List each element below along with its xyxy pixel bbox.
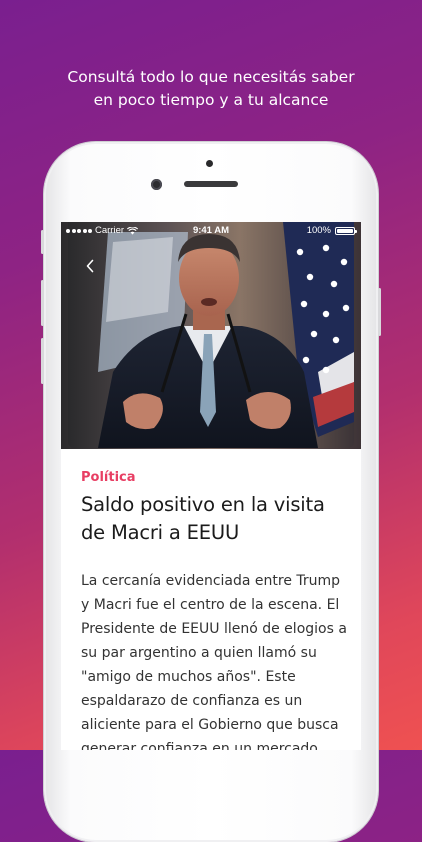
promo-line-1: Consultá todo lo que necesitás saber bbox=[67, 68, 355, 86]
promo-headline: Consultá todo lo que necesitás saber en … bbox=[0, 66, 422, 112]
earpiece-speaker bbox=[184, 181, 238, 187]
power-button bbox=[378, 288, 381, 336]
battery-percent: 100% bbox=[306, 225, 331, 236]
article-category[interactable]: Política bbox=[81, 470, 349, 485]
hero-image bbox=[68, 222, 354, 448]
proximity-sensor bbox=[206, 160, 213, 167]
volume-up-button bbox=[41, 280, 44, 326]
phone-screen: Carrier 9:41 AM 100% Política Saldo posi… bbox=[61, 222, 361, 750]
back-button[interactable] bbox=[80, 256, 100, 276]
volume-down-button bbox=[41, 338, 44, 384]
article-content: Política Saldo positivo en la visita de … bbox=[81, 462, 349, 750]
battery-icon bbox=[335, 227, 357, 235]
article-headline: Saldo positivo en la visita de Macri a E… bbox=[81, 493, 325, 544]
chevron-left-icon bbox=[86, 259, 94, 273]
speaker-photo bbox=[68, 222, 354, 448]
article-hero: Carrier 9:41 AM 100% bbox=[61, 222, 361, 449]
mute-switch bbox=[41, 230, 44, 254]
status-bar: Carrier 9:41 AM 100% bbox=[61, 222, 361, 240]
article-body: La cercanía evidenciada entre Trump y Ma… bbox=[81, 573, 347, 750]
front-camera bbox=[151, 179, 162, 190]
status-right: 100% bbox=[306, 222, 357, 240]
promo-line-2: en poco tiempo y a tu alcance bbox=[93, 91, 329, 109]
